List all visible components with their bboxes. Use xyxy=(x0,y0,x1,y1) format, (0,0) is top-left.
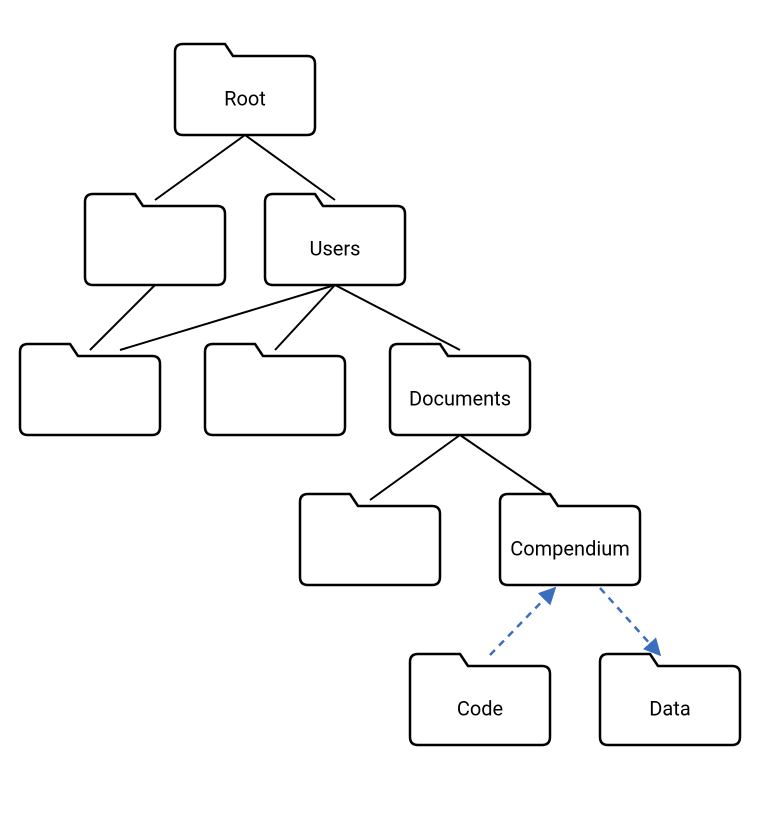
node-documents-label: Documents xyxy=(409,386,511,410)
edge-root-to-l1-left xyxy=(155,135,245,200)
node-l1-left xyxy=(85,194,225,285)
node-root-label: Root xyxy=(224,86,266,110)
edge-users-to-l2a xyxy=(120,285,335,350)
folder-icon xyxy=(205,344,345,435)
node-data-label: Data xyxy=(649,696,690,720)
node-compendium-label: Compendium xyxy=(510,536,630,560)
node-users-label: Users xyxy=(310,236,361,260)
edge-users-to-docs xyxy=(335,285,460,350)
node-data: Data xyxy=(600,654,740,745)
node-documents: Documents xyxy=(390,344,530,435)
edge-l1left-to-l2a xyxy=(90,285,155,350)
directory-tree-diagram: Root Users Documents Compendium Code xyxy=(0,0,762,813)
edge-root-to-users xyxy=(245,135,335,200)
folder-icon xyxy=(85,194,225,285)
node-code: Code xyxy=(410,654,550,745)
node-root: Root xyxy=(175,44,315,135)
edge-code-to-comp xyxy=(490,588,555,655)
edge-comp-to-data xyxy=(600,588,660,655)
node-l2-b xyxy=(205,344,345,435)
node-compendium: Compendium xyxy=(500,494,640,585)
node-l2-a xyxy=(20,344,160,435)
edge-docs-to-comp xyxy=(460,435,555,500)
node-l3-a xyxy=(300,494,440,585)
folder-icon xyxy=(300,494,440,585)
node-users: Users xyxy=(265,194,405,285)
edge-docs-to-l3a xyxy=(370,435,460,500)
folder-icon xyxy=(20,344,160,435)
node-code-label: Code xyxy=(457,696,503,720)
